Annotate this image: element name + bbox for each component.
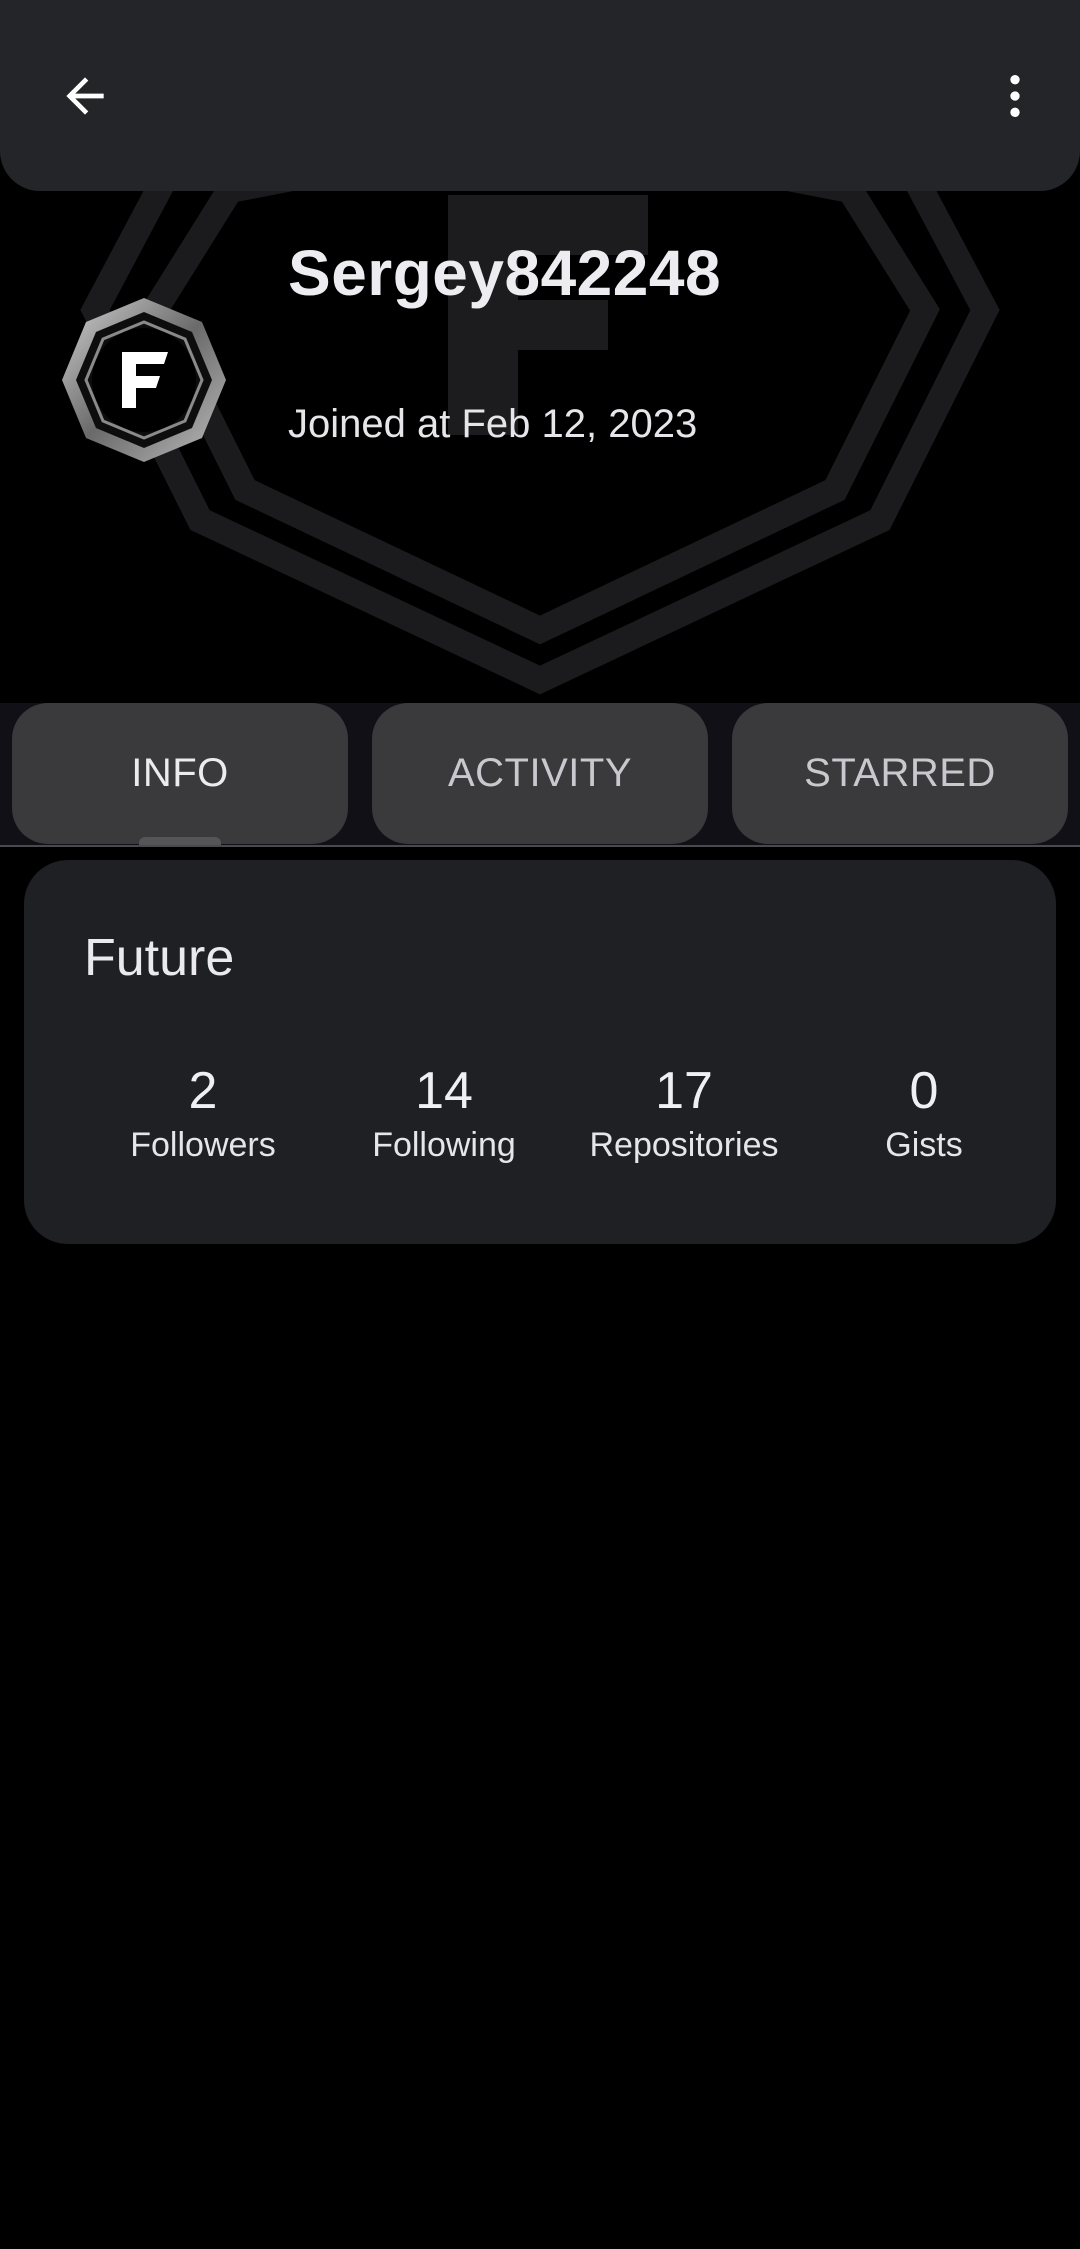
tabs-divider <box>0 845 1080 847</box>
stat-label: Following <box>372 1126 516 1164</box>
stat-value: 2 <box>188 1062 218 1120</box>
stat-repositories[interactable]: 17 Repositories <box>564 1060 804 1168</box>
joined-date: Joined at Feb 12, 2023 <box>288 402 698 446</box>
stat-label: Followers <box>130 1126 276 1164</box>
profile-tabs: INFO ACTIVITY STARRED <box>0 703 1080 847</box>
more-options-button[interactable] <box>980 56 1050 136</box>
tab-activity[interactable]: ACTIVITY <box>372 703 708 844</box>
arrow-left-icon <box>66 77 104 115</box>
stat-label: Repositories <box>589 1126 779 1164</box>
avatar[interactable] <box>56 292 232 468</box>
stat-following[interactable]: 14 Following <box>324 1060 564 1168</box>
stat-gists[interactable]: 0 Gists <box>804 1060 1044 1168</box>
tab-info[interactable]: INFO <box>12 703 348 844</box>
stat-followers[interactable]: 2 Followers <box>83 1060 323 1168</box>
company-name: Future <box>84 929 235 987</box>
info-card: Future 2 Followers 14 Following 17 Repos… <box>24 860 1056 1244</box>
stat-value: 17 <box>655 1062 713 1120</box>
username: Sergey842248 <box>288 237 722 309</box>
back-button[interactable] <box>40 56 130 136</box>
tab-starred[interactable]: STARRED <box>732 703 1068 844</box>
more-vertical-icon <box>1010 75 1020 117</box>
stat-value: 14 <box>415 1062 473 1120</box>
stat-value: 0 <box>909 1062 939 1120</box>
stat-label: Gists <box>885 1126 963 1164</box>
top-app-bar <box>0 0 1080 191</box>
